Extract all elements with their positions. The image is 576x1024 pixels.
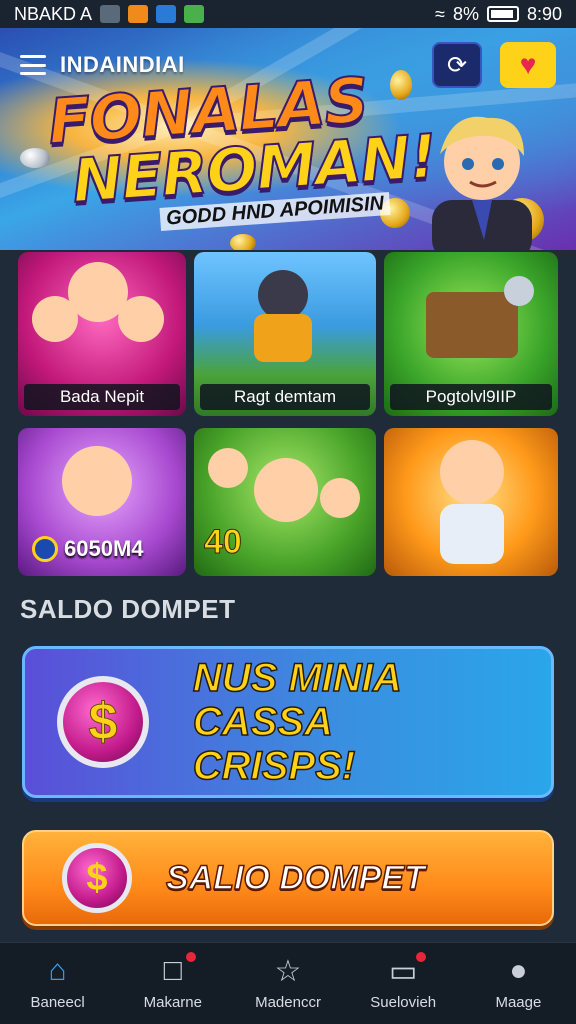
- game-tile-label: Bada Nepit: [24, 384, 180, 410]
- game-tile[interactable]: Pogtolvl9IIP: [384, 252, 558, 416]
- game-grid: Bada Nepit Ragt demtam Pogtolvl9IIP 6050…: [18, 252, 558, 576]
- clock: 8:90: [526, 3, 562, 24]
- notification-bag-icon: [128, 5, 149, 23]
- inbox-icon: ▭: [386, 950, 429, 988]
- hero-headline: FONALAS NEROMAN!: [45, 62, 439, 218]
- game-tile[interactable]: [384, 428, 558, 576]
- status-bar: NBAKD A ≈ 8% 8:90: [0, 0, 576, 28]
- notification-badge: [414, 950, 429, 964]
- nav-item-inbox[interactable]: ▭ Suelovieh: [346, 943, 461, 1024]
- character-figure: [118, 296, 164, 342]
- menu-icon[interactable]: [20, 55, 46, 75]
- hero-banner[interactable]: INDAINDIAI ⟳ ♥ FONALAS NEROMAN! GODD HND…: [0, 28, 576, 250]
- character-figure: [62, 446, 132, 516]
- game-tile-label: Ragt demtam: [200, 384, 370, 410]
- app-title: INDAINDIAI: [60, 52, 185, 77]
- nav-item-home[interactable]: ⌂ Baneecl: [0, 943, 115, 1024]
- promo-line1: NUS MINIA CASSA: [192, 655, 401, 745]
- favorites-button[interactable]: ♥: [500, 42, 556, 88]
- nav-label: Baneecl: [30, 994, 85, 1011]
- sync-button[interactable]: ⟳: [432, 42, 482, 88]
- bottom-nav: ⌂ Baneecl □ Makarne ☆ Madenccr ▭ Suelovi…: [0, 942, 576, 1024]
- wallet-button[interactable]: $ SALIO DOMPET: [22, 830, 554, 926]
- character-figure: [440, 440, 504, 504]
- game-tile[interactable]: Bada Nepit: [18, 252, 186, 416]
- coin-decoration: [504, 276, 534, 306]
- nav-item-news[interactable]: □ Makarne: [115, 943, 230, 1024]
- battery-percent: 8%: [452, 3, 479, 24]
- coin-decoration: [230, 234, 256, 250]
- battery-icon: [486, 6, 519, 22]
- nav-label: Maage: [495, 994, 542, 1011]
- notification-badge: [183, 950, 198, 964]
- nav-label: Suelovieh: [370, 994, 437, 1011]
- character-figure: [32, 296, 78, 342]
- coin-decoration: [20, 148, 50, 168]
- dollar-coin-icon: $: [62, 843, 132, 913]
- character-figure: [258, 270, 308, 320]
- game-tile[interactable]: 40: [194, 428, 376, 576]
- nav-item-profile[interactable]: ● Maage: [461, 943, 576, 1024]
- hero-character-illustration: [432, 116, 532, 250]
- game-tile[interactable]: 6050M4: [18, 428, 186, 576]
- nav-label: Madenccr: [255, 994, 321, 1011]
- game-tile-number: 40: [204, 523, 243, 562]
- profile-icon: ●: [509, 954, 528, 987]
- nav-label: Makarne: [143, 994, 202, 1011]
- notification-app-icon: [100, 5, 121, 23]
- star-icon: ☆: [274, 954, 302, 988]
- news-icon: □: [156, 950, 198, 987]
- promo-line2: CRISPS!: [192, 743, 356, 789]
- tile-amount-value: 6050M4: [64, 536, 144, 561]
- treasure-chest: [426, 292, 518, 358]
- notification-map-icon: [184, 5, 205, 23]
- section-title-wallet: SALDO DOMPET: [20, 594, 236, 624]
- character-figure: [254, 314, 312, 362]
- wallet-button-label: SALIO DOMPET: [165, 858, 425, 898]
- coin-icon: [32, 536, 58, 562]
- home-icon: ⌂: [48, 954, 67, 987]
- character-figure: [320, 478, 360, 518]
- character-figure: [208, 448, 248, 488]
- wifi-icon: ≈: [435, 3, 445, 24]
- nav-item-favorites[interactable]: ☆ Madenccr: [230, 943, 345, 1024]
- game-tile-label: Pogtolvl9IIP: [390, 384, 552, 410]
- dollar-coin-icon: $: [57, 676, 149, 768]
- sync-icon: ⟳: [446, 51, 468, 79]
- notification-nav-icon: [156, 5, 177, 23]
- heart-icon: ♥: [519, 49, 537, 80]
- game-tile-amount: 6050M4: [32, 536, 144, 562]
- promo-text: NUS MINIA CASSA CRISPS!: [192, 655, 551, 789]
- character-figure: [440, 504, 504, 564]
- character-figure: [254, 458, 318, 522]
- game-tile[interactable]: Ragt demtam: [194, 252, 376, 416]
- promo-card[interactable]: $ NUS MINIA CASSA CRISPS!: [22, 646, 554, 798]
- carrier-label: NBAKD A: [14, 3, 93, 24]
